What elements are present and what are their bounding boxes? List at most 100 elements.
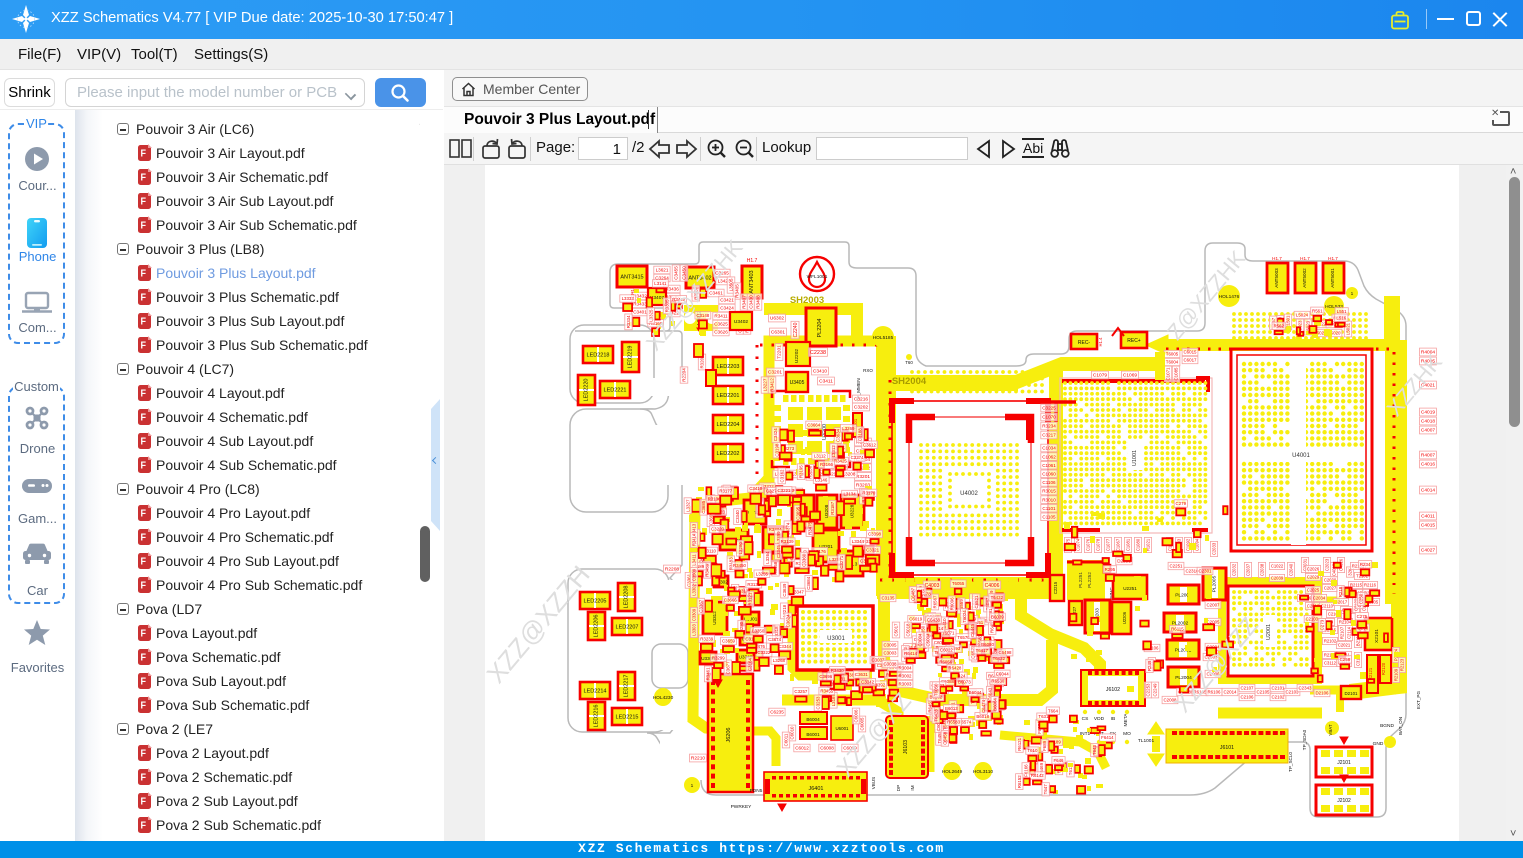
svg-text:H1.7: H1.7	[1300, 256, 1310, 261]
svg-text:J6102: J6102	[1106, 687, 1120, 693]
svg-text:R6096: R6096	[949, 597, 954, 610]
svg-text:META: META	[1123, 713, 1129, 727]
svg-text:C3202: C3202	[854, 405, 868, 411]
svg-text:R6152: R6152	[1017, 775, 1022, 788]
svg-text:C2038: C2038	[1260, 563, 1265, 576]
svg-text:C1079: C1079	[1093, 373, 1107, 379]
svg-text:LED2218: LED2218	[587, 353, 610, 359]
svg-text:R6115: R6115	[1171, 627, 1184, 632]
svg-text:SH2003: SH2003	[790, 295, 824, 306]
svg-text:R3234: R3234	[1042, 424, 1056, 429]
svg-text:D2101: D2101	[1345, 691, 1358, 696]
svg-text:C3410: C3410	[749, 486, 762, 491]
svg-text:J6401: J6401	[809, 786, 824, 792]
svg-text:L3280: L3280	[738, 542, 743, 555]
svg-text:R3136: R3136	[708, 497, 721, 502]
svg-text:TP_SCL0: TP_SCL0	[1288, 752, 1293, 772]
svg-text:ANT3415: ANT3415	[620, 275, 643, 281]
svg-text:TP_SDA0: TP_SDA0	[1302, 729, 1307, 750]
svg-text:C3659: C3659	[722, 639, 735, 644]
svg-text:C250: C250	[1359, 593, 1364, 604]
svg-text:C6498: C6498	[999, 650, 1012, 655]
svg-text:ANT5001: ANT5001	[1330, 268, 1335, 288]
svg-text:T2201: T2201	[777, 345, 783, 359]
svg-text:C5017: C5017	[894, 623, 899, 636]
svg-text:C3162: C3162	[779, 469, 784, 482]
svg-text:T6004: T6004	[1166, 360, 1179, 365]
svg-text:ANT3403: ANT3403	[749, 270, 755, 293]
svg-text:L3208: L3208	[843, 472, 856, 477]
svg-text:C6521: C6521	[974, 595, 979, 608]
svg-text:T647: T647	[1043, 784, 1048, 795]
svg-text:C6006: C6006	[854, 709, 859, 722]
svg-text:CS: CS	[1082, 716, 1089, 722]
svg-text:C3424: C3424	[720, 306, 734, 311]
svg-text:R3177: R3177	[719, 488, 732, 493]
svg-text:C6445: C6445	[970, 623, 975, 636]
svg-text:R3461: R3461	[706, 667, 711, 680]
svg-text:C3112: C3112	[1324, 661, 1337, 666]
svg-text:C3696: C3696	[819, 674, 832, 679]
svg-text:C1105: C1105	[1042, 515, 1056, 520]
svg-text:L3269: L3269	[842, 426, 855, 431]
svg-text:C6301: C6301	[771, 330, 785, 336]
svg-text:C3217: C3217	[1042, 433, 1056, 438]
svg-text:U1001: U1001	[1132, 450, 1138, 466]
svg-text:C1034: C1034	[1042, 446, 1056, 451]
svg-text:C2101: C2101	[1272, 686, 1285, 691]
svg-text:C3674: C3674	[768, 637, 781, 642]
svg-text:LED2206: LED2206	[594, 615, 600, 638]
svg-text:C2251: C2251	[1170, 564, 1183, 569]
svg-text:J6206: J6206	[726, 728, 732, 743]
svg-text:C2029: C2029	[1307, 575, 1320, 580]
svg-text:C3639: C3639	[782, 583, 787, 596]
svg-text:C2023: C2023	[1325, 558, 1330, 571]
svg-text:C6011: C6011	[784, 733, 789, 746]
svg-text:C1069: C1069	[1123, 373, 1137, 379]
svg-text:R4007: R4007	[1421, 453, 1435, 459]
svg-text:T6005: T6005	[1166, 352, 1179, 357]
svg-text:R3414: R3414	[692, 533, 697, 546]
svg-text:C1070: C1070	[1042, 415, 1056, 420]
svg-text:R3166: R3166	[820, 462, 833, 467]
svg-text:R3475: R3475	[807, 521, 812, 534]
svg-text:C6474: C6474	[981, 699, 986, 712]
svg-text:C6015: C6015	[1184, 350, 1197, 355]
svg-text:C3198: C3198	[774, 443, 779, 456]
svg-text:R2104: R2104	[1339, 620, 1352, 625]
svg-text:C3220: C3220	[711, 527, 724, 532]
svg-text:T664: T664	[1048, 708, 1059, 713]
svg-text:HOL2649: HOL2649	[942, 769, 963, 775]
svg-text:VBAT: VBAT	[1328, 724, 1333, 735]
svg-text:B6013: B6013	[945, 706, 958, 711]
svg-text:J6101: J6101	[1220, 745, 1234, 751]
svg-text:PWRKEY: PWRKEY	[731, 804, 753, 810]
svg-text:B6004: B6004	[806, 717, 820, 722]
svg-text:R2107: R2107	[1340, 626, 1345, 639]
svg-text:C6017: C6017	[1184, 358, 1197, 363]
svg-text:R249: R249	[1147, 660, 1152, 671]
svg-text:C5004: C5004	[926, 633, 931, 646]
svg-text:R3187: R3187	[830, 501, 835, 514]
svg-text:R6530: R6530	[991, 679, 1004, 684]
svg-text:R3412: R3412	[770, 378, 775, 392]
svg-text:C4015: C4015	[1421, 523, 1435, 529]
svg-text:C5018: C5018	[906, 623, 911, 636]
svg-text:C3321: C3321	[866, 548, 879, 553]
svg-text:L5021: L5021	[1346, 322, 1351, 335]
svg-text:T6428: T6428	[933, 709, 938, 722]
svg-text:H1.7: H1.7	[1328, 256, 1338, 261]
svg-text:L3327: L3327	[685, 499, 690, 512]
svg-text:C2114: C2114	[1347, 626, 1352, 639]
svg-text:C3430: C3430	[749, 295, 754, 309]
svg-text:C2105: C2105	[1257, 690, 1270, 695]
svg-text:T6055: T6055	[952, 581, 965, 586]
svg-text:R6414: R6414	[904, 651, 917, 656]
svg-text:C4027: C4027	[1421, 548, 1435, 554]
svg-text:ANT5002: ANT5002	[1302, 268, 1307, 288]
svg-text:T6570: T6570	[957, 635, 970, 640]
svg-text:R2120: R2120	[1381, 662, 1386, 675]
svg-text:R6142: R6142	[1031, 773, 1044, 778]
svg-text:R2102: R2102	[1324, 639, 1337, 644]
svg-text:C4016: C4016	[1421, 462, 1435, 468]
